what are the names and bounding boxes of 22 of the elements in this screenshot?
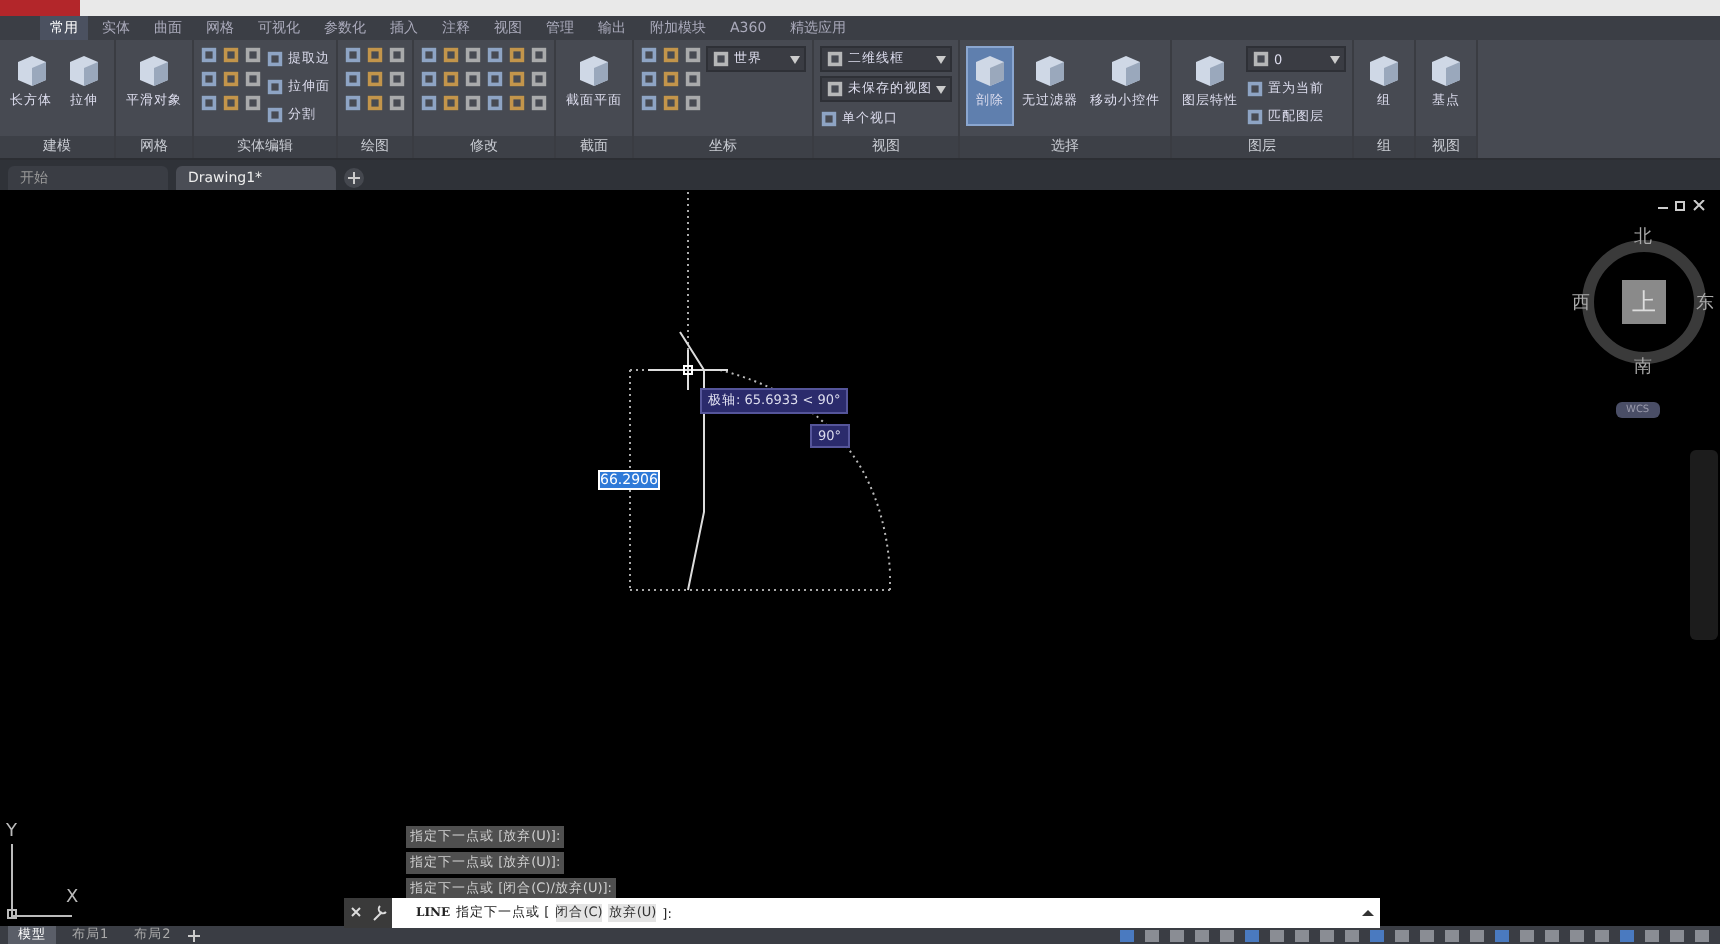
- axis-label: Y: [6, 822, 17, 842]
- axis-label: X: [66, 888, 79, 908]
- caret-icon: [936, 55, 946, 63]
- add-tab-icon[interactable]: [344, 168, 364, 188]
- cube-icon: [574, 52, 614, 88]
- cube-icon: [1426, 52, 1466, 88]
- caret-icon: [790, 55, 800, 63]
- add-tab-icon[interactable]: [186, 927, 203, 943]
- compass-label[interactable]: 北: [1634, 224, 1652, 250]
- compass-label[interactable]: 南: [1634, 354, 1652, 380]
- caret-icon[interactable]: [1356, 898, 1380, 928]
- cube-icon: [134, 52, 174, 88]
- caret-icon: [1330, 55, 1340, 63]
- cube-icon: [1190, 52, 1230, 88]
- cube-icon: [970, 52, 1010, 88]
- cube-icon: [64, 52, 104, 88]
- window-controls-icon[interactable]: [1658, 200, 1706, 212]
- compass-label[interactable]: 东: [1696, 290, 1714, 316]
- cube-icon: [1030, 52, 1070, 88]
- caret-icon: [936, 85, 946, 93]
- compass-label[interactable]: 西: [1572, 290, 1590, 316]
- cube-icon: [1364, 52, 1404, 88]
